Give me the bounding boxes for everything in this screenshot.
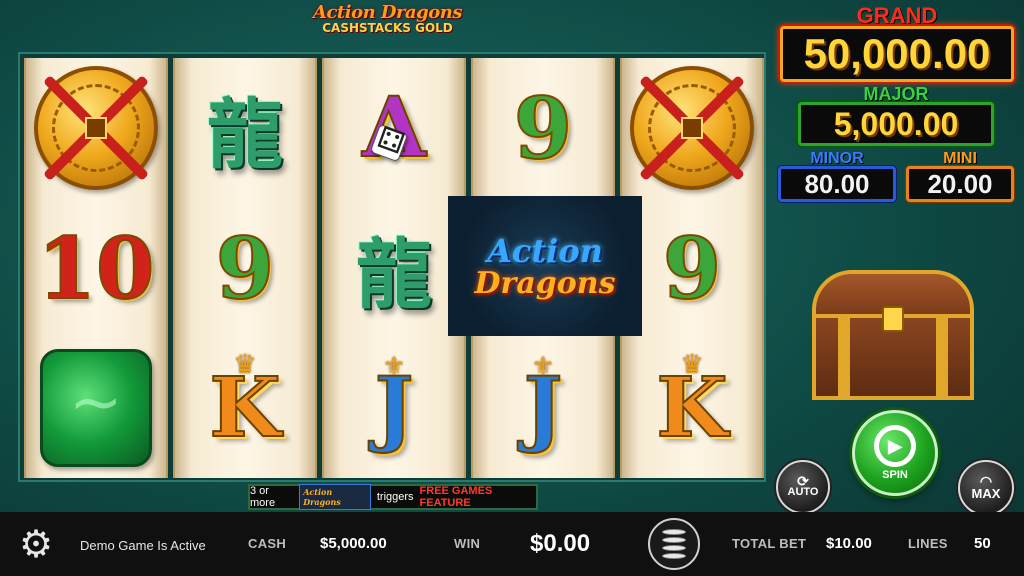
- lines-value: 50: [974, 535, 991, 552]
- reel-1-symbol-bottom: [26, 338, 166, 478]
- minor-label: MINOR: [810, 150, 864, 167]
- symbol-ten: 10: [37, 218, 156, 319]
- feature-info-banner: 3 or more Action Dragons triggers FREE G…: [248, 484, 538, 510]
- spin-button[interactable]: ▶ SPIN: [852, 410, 938, 496]
- reel-5-symbol-middle: 9: [622, 198, 762, 338]
- major-jackpot: MAJOR 5,000.00: [798, 84, 994, 146]
- banner-middle: triggers: [376, 491, 414, 503]
- reel-3: A 龍 ⚜ J: [322, 58, 466, 478]
- symbol-nine: 9: [662, 218, 722, 319]
- reel-1: 10: [24, 58, 168, 478]
- dragon-character-symbol: 龍: [356, 230, 432, 319]
- reel-3-symbol-middle: 龍: [324, 198, 464, 338]
- cash-label: CASH: [248, 536, 287, 551]
- reel-4-symbol-bottom: ⚜ J: [473, 338, 613, 478]
- crown-icon: ♛: [233, 350, 257, 380]
- minor-jackpot: MINOR 80.00: [778, 150, 896, 202]
- bottom-status-bar: ⚙ Demo Game Is Active CASH $5,000.00 WIN…: [0, 512, 1024, 576]
- reel-5-symbol-top: [622, 58, 762, 198]
- treasure-chest-icon: [812, 270, 974, 400]
- reel-3-symbol-bottom: ⚜ J: [324, 338, 464, 478]
- major-value: 5,000.00: [798, 102, 994, 146]
- minor-value: 80.00: [778, 166, 896, 202]
- mini-value: 20.00: [906, 166, 1014, 202]
- major-label: MAJOR: [863, 84, 929, 104]
- symbol-nine: 9: [215, 218, 275, 319]
- symbol-nine: 9: [513, 78, 573, 179]
- reel-4-symbol-top: 9: [473, 58, 613, 198]
- mini-label: MINI: [943, 150, 977, 167]
- reel-3-symbol-top: A: [324, 58, 464, 198]
- win-value: $0.00: [530, 530, 591, 557]
- banner-prefix: 3 or more: [250, 485, 276, 509]
- logo-title: Action Dragons: [312, 2, 463, 23]
- demo-status-text: Demo Game Is Active: [80, 538, 206, 553]
- reel-2-symbol-bottom: ♛ K: [175, 338, 315, 478]
- grand-value: 50,000.00: [780, 26, 1014, 82]
- dragon-character-symbol: 龍: [207, 90, 283, 179]
- scatter-logo-line1: Action: [487, 231, 603, 270]
- auto-label: AUTO: [787, 486, 819, 498]
- cash-value: $5,000.00: [320, 535, 387, 552]
- gear-icon[interactable]: ⚙: [12, 520, 60, 568]
- reel-1-symbol-middle: 10: [26, 198, 166, 338]
- spin-label: SPIN: [882, 469, 908, 481]
- spin-arrow-icon: ▶: [874, 425, 916, 467]
- action-dragons-scatter-symbol: Action Dragons: [448, 196, 642, 336]
- max-gauge-icon: ◠: [979, 472, 993, 489]
- reel-5-symbol-bottom: ♛ K: [622, 338, 762, 478]
- coin-stack-icon[interactable]: [648, 518, 700, 570]
- max-label: MAX: [971, 485, 1001, 501]
- reel-2-symbol-middle: 9: [175, 198, 315, 338]
- fleur-de-lis-icon: ⚜: [382, 352, 406, 382]
- jade-dragon-icon: [40, 349, 152, 467]
- coin-icon: [34, 66, 158, 190]
- reel-2-symbol-top: 龍: [175, 58, 315, 198]
- fleur-de-lis-icon: ⚜: [531, 352, 555, 382]
- reel-1-symbol-top: [26, 58, 166, 198]
- coin-icon: [630, 66, 754, 190]
- reel-2: 龍 9 ♛ K: [173, 58, 317, 478]
- banner-highlight: FREE GAMES FEATURE: [419, 485, 493, 509]
- lines-label: LINES: [908, 536, 948, 551]
- total-bet-value: $10.00: [826, 535, 872, 552]
- scatter-logo-line2: Dragons: [474, 265, 616, 301]
- reel-grid: 10 龍 9 ♛ K A 龍 ⚜ J 9: [18, 52, 766, 482]
- mini-jackpot: MINI 20.00: [906, 150, 1014, 202]
- win-label: WIN: [454, 536, 481, 551]
- game-logo: Action Dragons CASHSTACKS GOLD: [300, 2, 475, 46]
- max-bet-button[interactable]: ◠ MAX: [958, 460, 1014, 516]
- grand-jackpot: GRAND 50,000.00: [780, 3, 1014, 82]
- crown-icon: ♛: [680, 350, 704, 380]
- total-bet-label: TOTAL BET: [732, 536, 807, 551]
- auto-arrows-icon: ⟳: [797, 473, 809, 489]
- logo-subtitle: CASHSTACKS GOLD: [322, 21, 453, 35]
- auto-spin-button[interactable]: ⟳ AUTO: [776, 460, 830, 514]
- banner-mini-logo: Action Dragons: [299, 484, 371, 510]
- grand-label: GRAND: [856, 3, 938, 28]
